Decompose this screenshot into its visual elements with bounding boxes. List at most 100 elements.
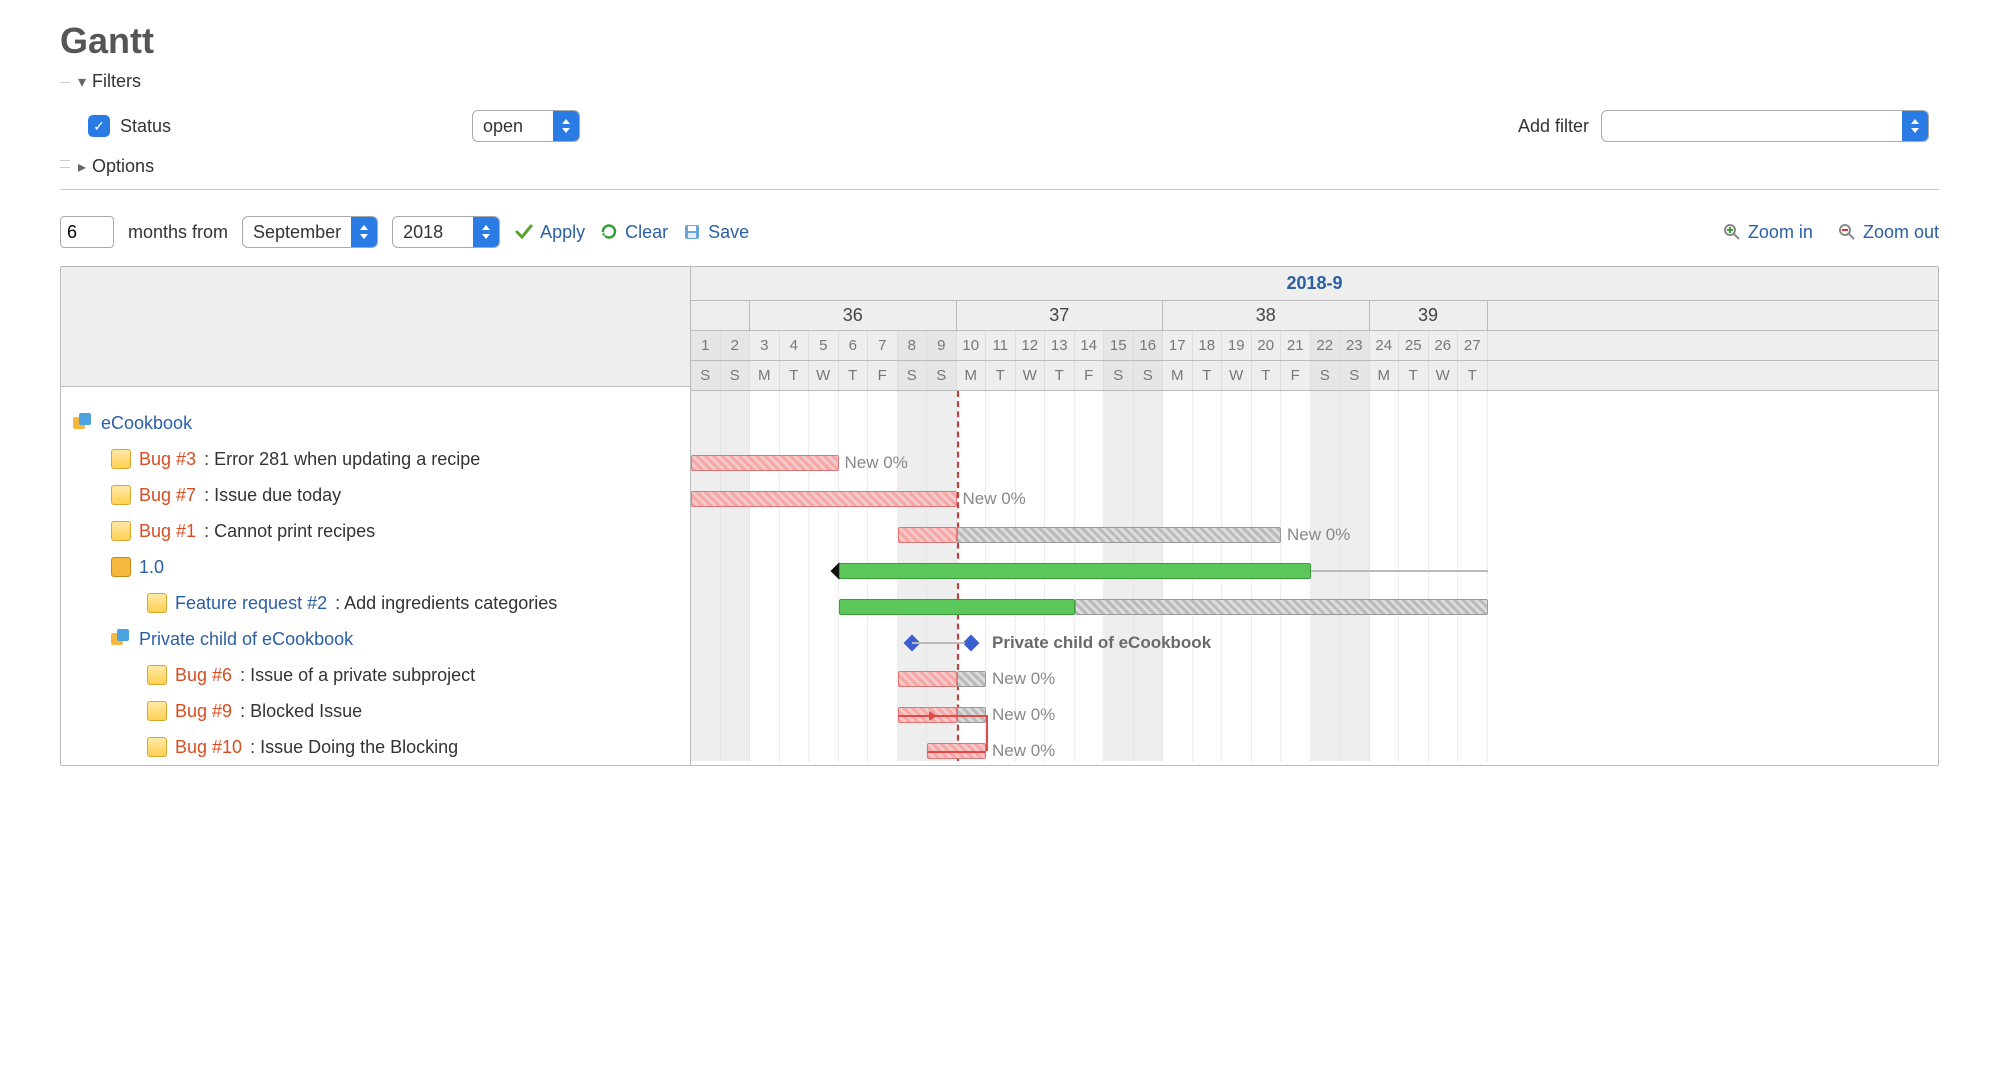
issue-title: : Error 281 when updating a recipe <box>204 449 480 470</box>
issue-link[interactable]: Feature request #2 <box>175 593 327 614</box>
issue-title: : Issue due today <box>204 485 341 506</box>
gantt-bar[interactable] <box>839 599 1075 615</box>
zoom-out-icon <box>1837 222 1857 242</box>
save-button[interactable]: Save <box>682 222 749 243</box>
gantt-bar[interactable] <box>957 671 987 687</box>
apply-button[interactable]: Apply <box>514 222 585 243</box>
issue-row: Bug #3 : Error 281 when updating a recipe <box>61 441 690 477</box>
dow-header-cell: W <box>1222 361 1252 390</box>
status-checkbox[interactable]: ✓ <box>88 115 110 137</box>
dow-header-cell: M <box>1163 361 1193 390</box>
issue-icon <box>147 593 167 613</box>
day-header-cell: 27 <box>1458 331 1488 360</box>
dow-header-cell: S <box>721 361 751 390</box>
issue-title: : Blocked Issue <box>240 701 362 722</box>
status-select[interactable]: open <box>472 110 580 142</box>
zoom-in-icon <box>1722 222 1742 242</box>
issue-icon <box>111 521 131 541</box>
chevron-right-icon: ▸ <box>78 157 86 177</box>
day-header-cell: 15 <box>1104 331 1134 360</box>
year-select-value: 2018 <box>393 218 473 247</box>
day-header-cell: 21 <box>1281 331 1311 360</box>
gantt-bar-label: New 0% <box>1287 525 1350 545</box>
gantt-bar[interactable] <box>957 527 1282 543</box>
add-filter-select[interactable] <box>1601 110 1929 142</box>
issue-row: Feature request #2: Add ingredients cate… <box>61 585 690 621</box>
gantt-bar[interactable] <box>898 671 957 687</box>
gantt-subjects-column: eCookbook Bug #3 : Error 281 when updating… <box>61 267 691 765</box>
day-header-row: 1234567891011121314151617181920212223242… <box>691 331 1938 361</box>
months-input[interactable] <box>60 216 114 248</box>
issue-link[interactable]: Bug #9 <box>175 701 232 722</box>
updown-icon <box>473 217 499 247</box>
project-icon <box>111 629 131 649</box>
day-header-cell: 13 <box>1045 331 1075 360</box>
day-header-cell: 6 <box>839 331 869 360</box>
filters-toggle[interactable]: ▾ Filters <box>70 71 1939 92</box>
floppy-icon <box>682 222 702 242</box>
day-header-cell: 2 <box>721 331 751 360</box>
gantt-bar[interactable] <box>839 563 1311 579</box>
issue-icon <box>111 449 131 469</box>
updown-icon <box>351 217 377 247</box>
filters-section-label: Filters <box>92 71 141 92</box>
dow-header-cell: M <box>1370 361 1400 390</box>
day-header-cell: 20 <box>1252 331 1282 360</box>
dow-header-cell: W <box>1429 361 1459 390</box>
project-row: Private child of eCookbook <box>61 621 690 657</box>
filters-section: ▾ Filters ✓ Status open Add filter <box>60 82 1939 161</box>
dow-header-cell: F <box>1075 361 1105 390</box>
gantt-bar[interactable] <box>1075 599 1488 615</box>
gantt-bar-label: New 0% <box>963 489 1026 509</box>
gantt-bar[interactable] <box>691 491 957 507</box>
dow-header-cell: S <box>898 361 928 390</box>
month-select[interactable]: September <box>242 216 378 248</box>
options-section: ▸ Options <box>60 167 1939 190</box>
version-icon <box>111 557 131 577</box>
year-select[interactable]: 2018 <box>392 216 500 248</box>
dow-header-cell: W <box>1016 361 1046 390</box>
dow-header-cell: S <box>1311 361 1341 390</box>
month-select-value: September <box>243 218 351 247</box>
updown-icon <box>553 111 579 141</box>
gantt-bar-label: New 0% <box>992 741 1055 761</box>
issue-link[interactable]: Bug #10 <box>175 737 242 758</box>
gantt-bar-label: Private child of eCookbook <box>992 633 1211 653</box>
arrowhead-icon <box>929 711 937 721</box>
project-link[interactable]: eCookbook <box>101 413 192 434</box>
day-header-cell: 5 <box>809 331 839 360</box>
week-header-cell: 36 <box>750 301 957 330</box>
issue-link[interactable]: Bug #7 <box>139 485 196 506</box>
dow-header-cell: S <box>691 361 721 390</box>
dow-header-cell: M <box>957 361 987 390</box>
version-link[interactable]: 1.0 <box>139 557 164 578</box>
week-header-cell: 38 <box>1163 301 1370 330</box>
issue-row: Bug #1: Cannot print recipes <box>61 513 690 549</box>
day-header-cell: 8 <box>898 331 928 360</box>
gantt-timeline[interactable]: 2018-9 36373839 123456789101112131415161… <box>691 267 1938 765</box>
options-toggle[interactable]: ▸ Options <box>70 156 1939 177</box>
reload-icon <box>599 222 619 242</box>
gantt-chart: eCookbook Bug #3 : Error 281 when updating… <box>60 266 1939 766</box>
zoom-out-button[interactable]: Zoom out <box>1837 222 1939 243</box>
day-header-cell: 11 <box>986 331 1016 360</box>
gantt-bar[interactable] <box>898 527 957 543</box>
issue-icon <box>147 701 167 721</box>
clear-button[interactable]: Clear <box>599 222 668 243</box>
week-header-row: 36373839 <box>691 301 1938 331</box>
project-link[interactable]: Private child of eCookbook <box>139 629 353 650</box>
issue-link[interactable]: Bug #6 <box>175 665 232 686</box>
issue-link[interactable]: Bug #1 <box>139 521 196 542</box>
dow-header-cell: T <box>1458 361 1488 390</box>
gantt-bar[interactable] <box>691 455 839 471</box>
dow-header-cell: T <box>1399 361 1429 390</box>
day-header-cell: 18 <box>1193 331 1223 360</box>
day-header-cell: 22 <box>1311 331 1341 360</box>
day-header-cell: 24 <box>1370 331 1400 360</box>
dow-header-cell: F <box>1281 361 1311 390</box>
zoom-in-button[interactable]: Zoom in <box>1722 222 1813 243</box>
day-header-cell: 1 <box>691 331 721 360</box>
issue-row: Bug #7 : Issue due today <box>61 477 690 513</box>
issue-link[interactable]: Bug #3 <box>139 449 196 470</box>
dow-header-cell: M <box>750 361 780 390</box>
